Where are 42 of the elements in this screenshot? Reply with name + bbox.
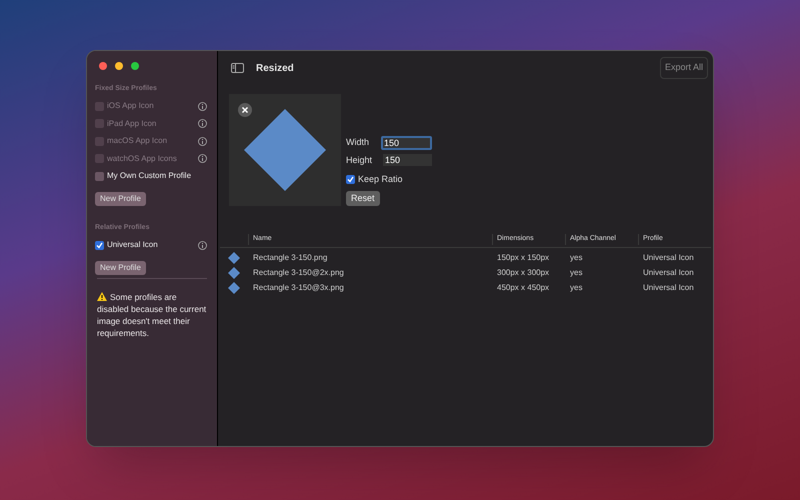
warning-message: Some profiles are disabled because the current image doesn't meet their requirements.	[97, 291, 207, 339]
checkbox[interactable]	[95, 240, 104, 250]
table-cell: Universal Icon	[643, 252, 694, 262]
height-input[interactable]: 150	[383, 154, 432, 166]
table-cell: yes	[570, 282, 582, 292]
table-cell: 150px x 150px	[497, 252, 550, 262]
table-cell: Universal Icon	[643, 282, 694, 292]
profile-label: iPad App Icon	[107, 118, 156, 130]
table-cell: Universal Icon	[643, 268, 694, 276]
close-window-icon[interactable]	[99, 62, 107, 70]
remove-image-icon[interactable]	[238, 103, 252, 117]
checkbox[interactable]	[95, 172, 104, 181]
table-cell: Rectangle 3-150.png	[253, 252, 328, 262]
table-cell: Rectangle 3-150@3x.png	[253, 282, 344, 292]
profile-label: My Own Custom Profile	[107, 170, 192, 182]
profile-label: iOS App Icon	[107, 100, 154, 112]
table-cell: 300px x 300px	[497, 268, 550, 276]
profile-label: watchOS App Icons	[107, 152, 177, 165]
profile-label: macOS App Icon	[107, 135, 168, 148]
diamond-thumbnail-icon	[228, 282, 240, 294]
table-cell: Rectangle 3-150@2x.png	[253, 268, 344, 276]
reset-button[interactable]: Reset	[346, 190, 380, 206]
diamond-thumbnail-icon	[228, 252, 240, 264]
warning-icon	[97, 292, 107, 301]
new-profile-button[interactable]: New Profile	[95, 192, 146, 206]
table-cell: yes	[570, 252, 582, 262]
sidebar-toggle-icon[interactable]	[231, 63, 244, 73]
table-cell: yes	[570, 268, 582, 276]
height-label: Height	[346, 154, 374, 167]
minimize-window-icon[interactable]	[115, 62, 123, 70]
export-all-button[interactable]: Export All	[660, 57, 708, 79]
zoom-window-icon[interactable]	[131, 62, 139, 70]
checkbox[interactable]	[346, 175, 355, 184]
profile-label: Universal Icon	[107, 239, 158, 252]
keep-ratio-label: Keep Ratio	[358, 173, 403, 186]
table-cell: 450px x 450px	[497, 282, 550, 292]
diamond-thumbnail-icon	[228, 266, 240, 278]
new-profile-button[interactable]: New Profile	[95, 261, 146, 275]
window-title: Resized	[256, 62, 294, 76]
width-input[interactable]: 150	[381, 136, 432, 150]
info-icon[interactable]	[198, 240, 207, 250]
width-label: Width	[346, 136, 370, 149]
